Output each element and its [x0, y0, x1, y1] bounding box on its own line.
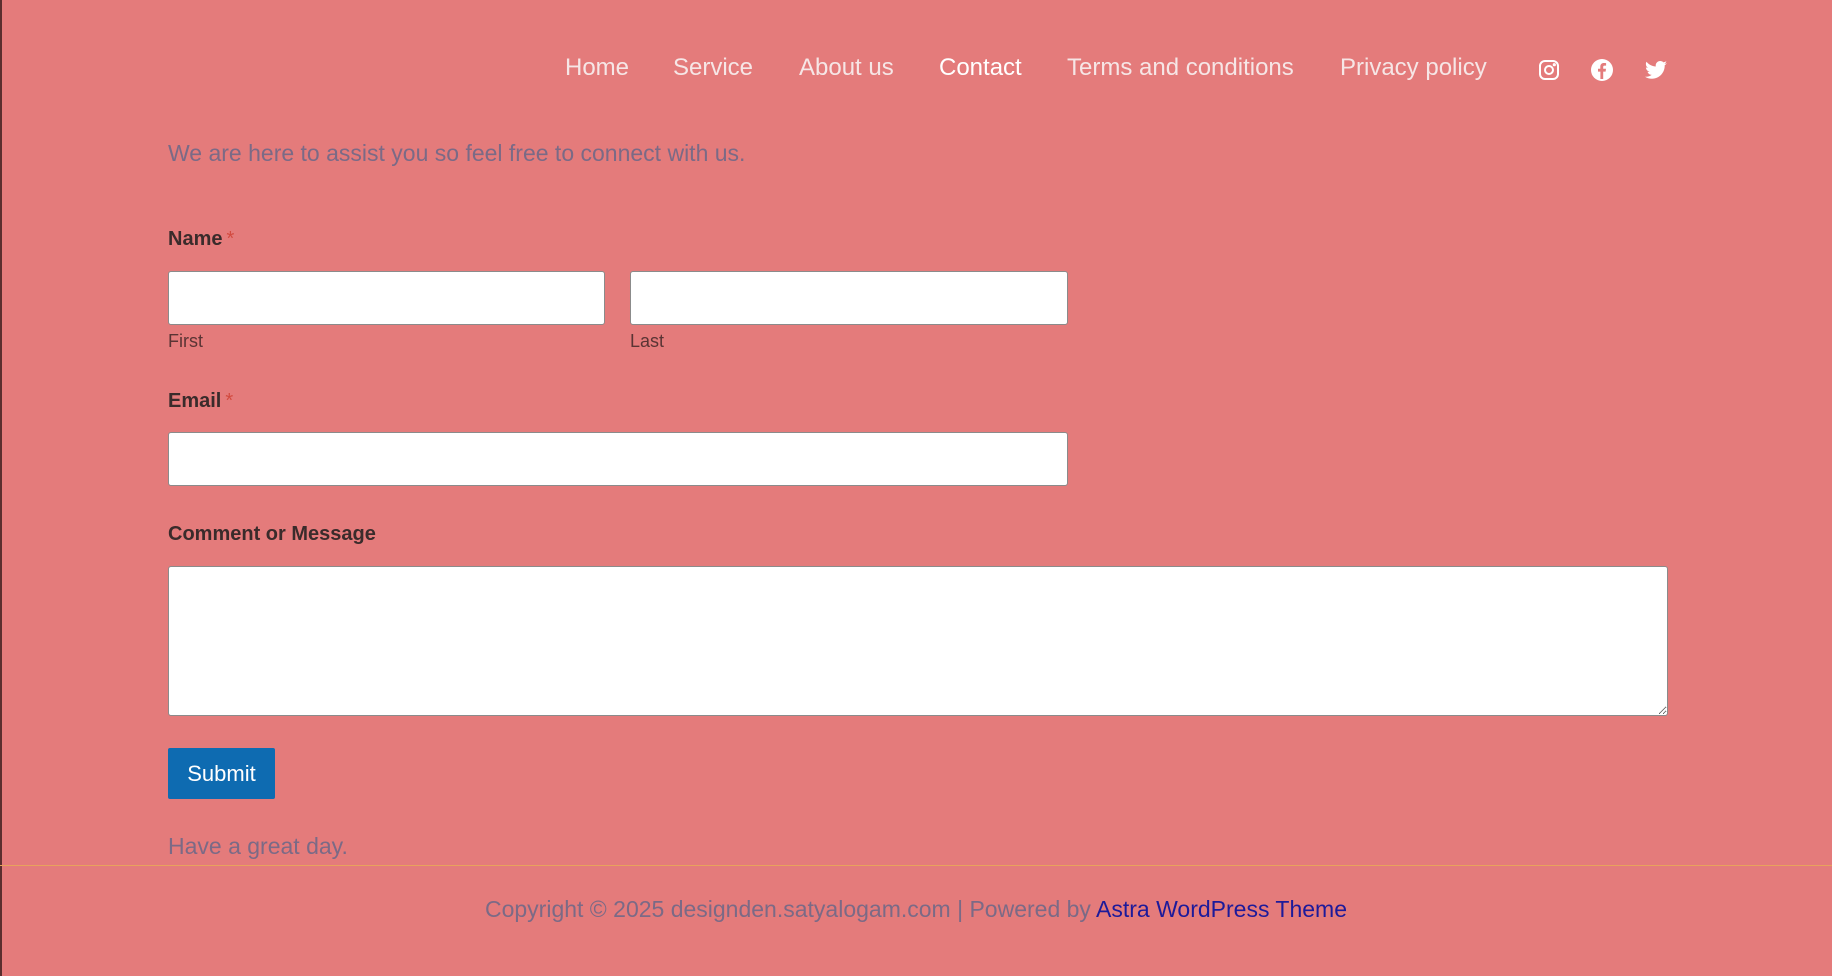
- nav-item-about-us[interactable]: About us: [799, 52, 894, 84]
- required-mark: *: [226, 228, 235, 250]
- name-label-text: Name: [168, 228, 223, 250]
- closing-text: Have a great day.: [168, 833, 348, 859]
- last-name-input[interactable]: [630, 271, 1068, 325]
- nav-item-service[interactable]: Service: [673, 52, 753, 84]
- message-textarea[interactable]: [168, 566, 1668, 716]
- instagram-icon[interactable]: [1537, 58, 1561, 82]
- first-sublabel: First: [168, 331, 203, 351]
- required-mark: *: [225, 390, 234, 412]
- email-field[interactable]: [168, 432, 1068, 486]
- facebook-icon[interactable]: [1590, 58, 1614, 82]
- email-label: Email *: [168, 390, 233, 413]
- intro-text: We are here to assist you so feel free t…: [168, 140, 746, 166]
- nav-item-terms[interactable]: Terms and conditions: [1067, 52, 1294, 84]
- email-label-text: Email: [168, 390, 222, 412]
- footer: Copyright © 2025 designden.satyalogam.co…: [0, 896, 1832, 923]
- footer-divider: [0, 865, 1832, 866]
- first-name-input[interactable]: [168, 271, 605, 325]
- name-label: Name *: [168, 228, 234, 251]
- last-sublabel: Last: [630, 331, 665, 351]
- footer-copyright: Copyright © 2025 designden.satyalogam.co…: [484, 896, 1097, 922]
- astra-theme-link[interactable]: Astra WordPress Theme: [1096, 896, 1347, 922]
- submit-button[interactable]: Submit: [168, 748, 275, 799]
- page-left-edge: [0, 0, 2, 976]
- nav-item-home[interactable]: Home: [565, 52, 629, 84]
- nav-item-privacy-policy[interactable]: Privacy policy: [1340, 52, 1487, 84]
- nav-item-contact[interactable]: Contact: [939, 52, 1022, 84]
- twitter-icon[interactable]: [1644, 58, 1668, 82]
- message-label: Comment or Message: [168, 523, 376, 545]
